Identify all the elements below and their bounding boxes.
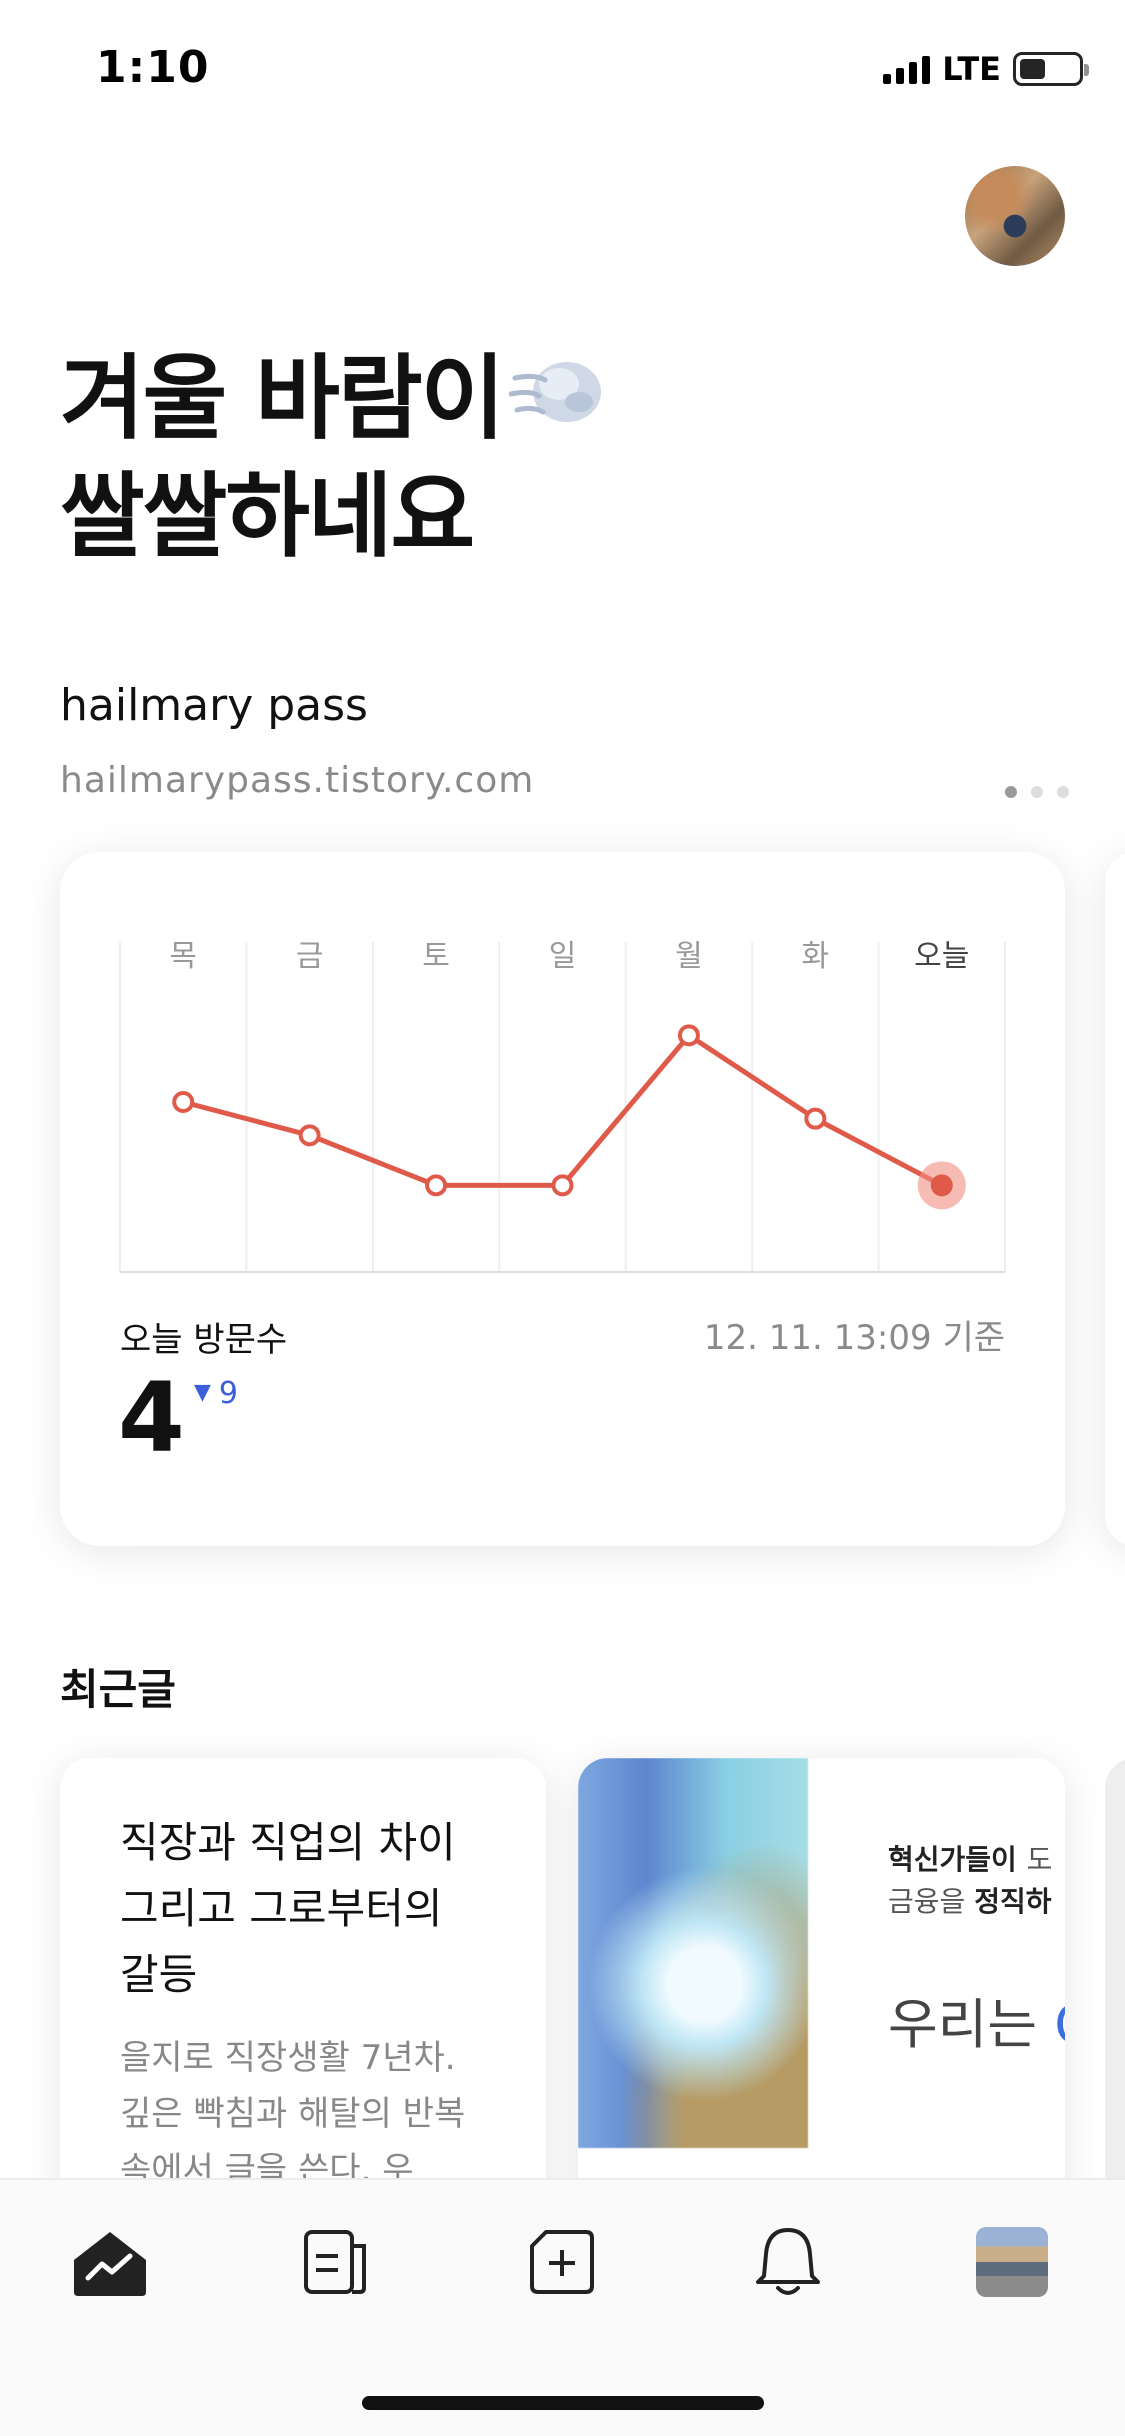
page-dot: [1005, 786, 1017, 798]
network-type: LTE: [942, 50, 1001, 88]
chart-point: [804, 1107, 827, 1130]
recent-posts-title: 최근글: [60, 1665, 176, 1714]
post-text: 금융을: [888, 1885, 975, 1918]
chart-tick-label: 월: [675, 939, 703, 974]
page-dot: [1031, 786, 1043, 798]
tab-new-post[interactable]: [522, 2222, 602, 2302]
status-bar: 1:10 LTE: [0, 0, 1125, 140]
new-post-icon: [530, 2230, 594, 2294]
post-text: 도: [1026, 1843, 1053, 1876]
blog-name[interactable]: hailmary pass: [60, 680, 368, 731]
wind-blowing-face-icon: [509, 362, 602, 422]
chart-tick-label: 오늘: [914, 939, 969, 974]
chart-point: [930, 1174, 953, 1197]
headline-line1: 겨울 바람이: [60, 345, 505, 452]
page-indicator: [1005, 786, 1069, 798]
blog-url[interactable]: hailmarypass.tistory.com: [60, 760, 534, 801]
chart-point: [172, 1091, 195, 1113]
chart-point: [551, 1174, 574, 1197]
headline: 겨울 바람이 쌀쌀하네요: [60, 340, 605, 576]
post-text-line: 금융을 정직하: [888, 1880, 1051, 1920]
profile-avatar[interactable]: [965, 166, 1065, 266]
status-time: 1:10: [96, 42, 210, 93]
chart-tick-label: 일: [549, 939, 577, 974]
next-post-card-peek[interactable]: [1105, 1758, 1125, 2228]
visitors-delta: ▼ 9: [194, 1376, 238, 1411]
notification-bell-icon: [756, 2228, 820, 2295]
post-headline-accent: C: [1054, 1993, 1065, 2056]
chart-point: [677, 1024, 700, 1047]
visitor-line-chart: 목 금 토 일 월 화 오늘: [119, 939, 1006, 1273]
visitors-count: 4: [118, 1362, 185, 1474]
home-indicator[interactable]: [362, 2396, 764, 2410]
posts-icon: [304, 2230, 366, 2294]
chart-tick-label: 화: [802, 939, 830, 974]
recent-post-card[interactable]: 혁신가들이 도 금융을 정직하 우리는 C: [578, 1758, 1065, 2228]
visitors-label: 오늘 방문수: [120, 1320, 288, 1360]
chart-tick-label: 금: [296, 939, 324, 974]
post-text-bold: 혁신가들이: [888, 1843, 1027, 1876]
tab-profile[interactable]: [972, 2222, 1052, 2302]
profile-thumbnail: [976, 2227, 1048, 2297]
chart-point: [298, 1124, 321, 1147]
post-title: 직장과 직업의 차이 그리고 그로부터의 갈등: [120, 1818, 456, 1999]
status-indicators: LTE: [883, 50, 1089, 88]
post-headline: 우리는 C: [888, 1980, 1065, 2059]
post-headline-text: 우리는: [888, 1993, 1055, 2056]
post-text-line: 혁신가들이 도: [888, 1838, 1052, 1878]
chart-point: [425, 1174, 448, 1197]
chart-series-line: [182, 1032, 943, 1188]
battery-icon: [1013, 52, 1089, 86]
chart-tick-label: 토: [422, 939, 450, 974]
chart-tick-label: 목: [169, 939, 197, 974]
page-dot: [1057, 786, 1069, 798]
next-blog-card-peek[interactable]: [1105, 852, 1125, 1546]
visitors-updated-time: 12. 11. 13:09 기준: [703, 1318, 1005, 1358]
post-excerpt: 을지로 직장생활 7년차. 깊은 빡침과 해탈의 반복 속에서 글을 쓴다. 우: [120, 2038, 466, 2190]
recent-post-card[interactable]: 직장과 직업의 차이 그리고 그로부터의 갈등 을지로 직장생활 7년차. 깊은…: [60, 1758, 546, 2228]
headline-line2: 쌀쌀하네요: [60, 463, 475, 570]
tab-posts[interactable]: [296, 2222, 376, 2302]
post-text-bold: 정직하: [974, 1885, 1052, 1918]
down-triangle-icon: ▼: [194, 1380, 211, 1405]
visitors-delta-value: 9: [218, 1376, 239, 1411]
tab-stats[interactable]: [70, 2222, 150, 2302]
signal-strength-icon: [883, 54, 931, 84]
visitor-stats-card[interactable]: 목 금 토 일 월 화 오늘 오늘 방문수 12. 11. 13:09 기준 4 ▼ 9: [60, 852, 1065, 1546]
post-thumbnail: [578, 1758, 808, 2148]
stats-icon: [74, 2232, 146, 2296]
tab-notifications[interactable]: [748, 2222, 828, 2302]
